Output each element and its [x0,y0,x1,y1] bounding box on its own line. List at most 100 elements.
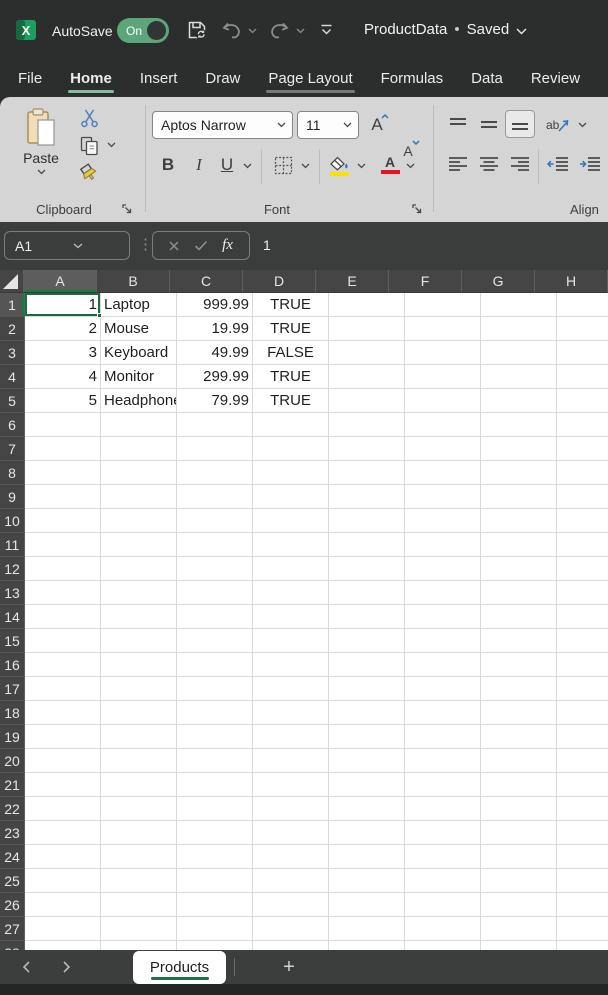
row-header-7[interactable]: 7 [0,437,25,461]
align-top-button[interactable] [444,112,472,138]
cell-B6[interactable] [101,413,177,437]
copy-dropdown-chevron-icon[interactable] [107,142,116,148]
format-painter-button[interactable] [74,161,104,187]
sheet-tab-products[interactable]: Products [133,951,226,984]
tab-formulas[interactable]: Formulas [381,63,444,96]
align-middle-button[interactable] [475,112,503,138]
cell-F14[interactable] [405,605,481,629]
row-header-16[interactable]: 16 [0,653,25,677]
cell-G5[interactable] [481,389,557,413]
save-sync-icon[interactable] [185,18,209,42]
cell-B3[interactable]: Keyboard [101,341,177,365]
cell-H13[interactable] [557,581,608,605]
cell-A3[interactable]: 3 [25,341,101,365]
fill-color-button[interactable] [324,151,354,179]
cell-C13[interactable] [177,581,253,605]
bold-button[interactable]: B [155,151,181,179]
cell-A14[interactable] [25,605,101,629]
cell-E7[interactable] [329,437,405,461]
row-header-27[interactable]: 27 [0,917,25,941]
cell-B8[interactable] [101,461,177,485]
cell-G3[interactable] [481,341,557,365]
cell-D4[interactable]: TRUE [253,365,329,389]
cell-F3[interactable] [405,341,481,365]
sheet-nav-prev-icon[interactable] [14,955,38,979]
cell-H10[interactable] [557,509,608,533]
row-header-2[interactable]: 2 [0,317,25,341]
cell-G12[interactable] [481,557,557,581]
cell-D14[interactable] [253,605,329,629]
cancel-icon[interactable] [168,240,180,252]
cell-E23[interactable] [329,821,405,845]
cell-F9[interactable] [405,485,481,509]
cell-D20[interactable] [253,749,329,773]
tab-file[interactable]: File [18,63,42,96]
cell-E1[interactable] [329,293,405,317]
cell-E25[interactable] [329,869,405,893]
cell-D15[interactable] [253,629,329,653]
cell-B1[interactable]: Laptop [101,293,177,317]
cell-G11[interactable] [481,533,557,557]
cell-D2[interactable]: TRUE [253,317,329,341]
cell-F8[interactable] [405,461,481,485]
fill-handle[interactable] [97,313,102,318]
cell-B7[interactable] [101,437,177,461]
align-center-button[interactable] [475,151,503,177]
cell-A1[interactable]: 1 [25,293,102,318]
cell-G25[interactable] [481,869,557,893]
excel-logo-icon[interactable]: X [15,19,37,41]
cell-C25[interactable] [177,869,253,893]
cell-E10[interactable] [329,509,405,533]
cell-H9[interactable] [557,485,608,509]
select-all-button[interactable] [0,270,25,293]
cell-G4[interactable] [481,365,557,389]
cell-G2[interactable] [481,317,557,341]
decrease-indent-button[interactable] [544,151,572,177]
cell-A24[interactable] [25,845,101,869]
cell-F25[interactable] [405,869,481,893]
cell-G13[interactable] [481,581,557,605]
cell-F1[interactable] [405,293,481,317]
cell-D3[interactable]: FALSE [253,341,329,365]
cell-C14[interactable] [177,605,253,629]
cell-H15[interactable] [557,629,608,653]
cell-H2[interactable] [557,317,608,341]
cell-C20[interactable] [177,749,253,773]
cell-H7[interactable] [557,437,608,461]
cell-H12[interactable] [557,557,608,581]
formula-bar-grip[interactable]: ⋮ [138,235,153,253]
cell-A5[interactable]: 5 [25,389,101,413]
cell-G17[interactable] [481,677,557,701]
cell-F16[interactable] [405,653,481,677]
font-size-select[interactable]: 11 [297,111,359,139]
cell-B19[interactable] [101,725,177,749]
cell-A10[interactable] [25,509,101,533]
column-header-F[interactable]: F [389,270,463,293]
cell-E9[interactable] [329,485,405,509]
cell-G15[interactable] [481,629,557,653]
italic-button[interactable]: I [186,151,212,179]
cell-B15[interactable] [101,629,177,653]
cell-D9[interactable] [253,485,329,509]
cell-D17[interactable] [253,677,329,701]
cell-H20[interactable] [557,749,608,773]
cell-F2[interactable] [405,317,481,341]
cell-F17[interactable] [405,677,481,701]
cell-B12[interactable] [101,557,177,581]
cell-B24[interactable] [101,845,177,869]
cell-A28[interactable] [25,941,101,950]
tab-page-layout[interactable]: Page Layout [266,63,355,96]
cell-C23[interactable] [177,821,253,845]
cell-H28[interactable] [557,941,608,950]
align-right-button[interactable] [506,151,534,177]
cell-G6[interactable] [481,413,557,437]
row-header-5[interactable]: 5 [0,389,25,413]
borders-button[interactable] [268,151,298,179]
cell-E18[interactable] [329,701,405,725]
cell-E28[interactable] [329,941,405,950]
cell-H16[interactable] [557,653,608,677]
row-header-3[interactable]: 3 [0,341,25,365]
tab-insert[interactable]: Insert [140,63,178,96]
cell-E12[interactable] [329,557,405,581]
cell-D23[interactable] [253,821,329,845]
